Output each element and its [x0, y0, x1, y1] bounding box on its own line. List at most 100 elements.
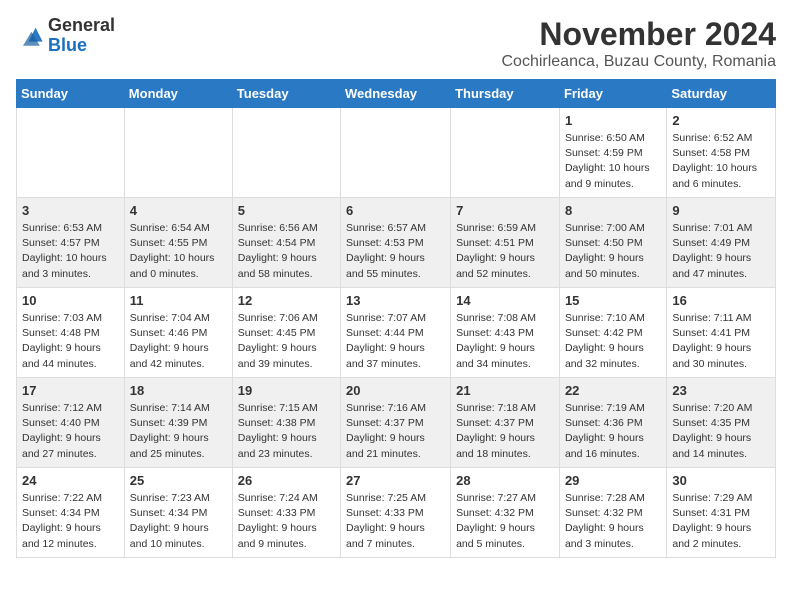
week-row-3: 10 Sunrise: 7:03 AMSunset: 4:48 PMDayligh…: [17, 288, 776, 378]
day-info-12: Sunrise: 7:06 AMSunset: 4:45 PMDaylight:…: [238, 311, 335, 372]
day-number-6: 6: [346, 203, 445, 218]
day-number-15: 15: [565, 293, 661, 308]
day-cell-24: 24 Sunrise: 7:22 AMSunset: 4:34 PMDayligh…: [17, 468, 125, 558]
day-number-11: 11: [130, 293, 227, 308]
day-info-14: Sunrise: 7:08 AMSunset: 4:43 PMDaylight:…: [456, 311, 554, 372]
calendar-header-row: SundayMondayTuesdayWednesdayThursdayFrid…: [17, 80, 776, 108]
day-info-30: Sunrise: 7:29 AMSunset: 4:31 PMDaylight:…: [672, 491, 770, 552]
day-info-6: Sunrise: 6:57 AMSunset: 4:53 PMDaylight:…: [346, 221, 445, 282]
day-number-9: 9: [672, 203, 770, 218]
day-info-10: Sunrise: 7:03 AMSunset: 4:48 PMDaylight:…: [22, 311, 119, 372]
day-cell-19: 19 Sunrise: 7:15 AMSunset: 4:38 PMDayligh…: [232, 378, 340, 468]
day-cell-29: 29 Sunrise: 7:28 AMSunset: 4:32 PMDayligh…: [559, 468, 666, 558]
day-number-5: 5: [238, 203, 335, 218]
day-info-1: Sunrise: 6:50 AMSunset: 4:59 PMDaylight:…: [565, 131, 661, 192]
day-cell-6: 6 Sunrise: 6:57 AMSunset: 4:53 PMDaylight…: [341, 198, 451, 288]
day-number-2: 2: [672, 113, 770, 128]
day-number-21: 21: [456, 383, 554, 398]
day-number-7: 7: [456, 203, 554, 218]
day-info-3: Sunrise: 6:53 AMSunset: 4:57 PMDaylight:…: [22, 221, 119, 282]
day-number-1: 1: [565, 113, 661, 128]
day-number-12: 12: [238, 293, 335, 308]
day-info-16: Sunrise: 7:11 AMSunset: 4:41 PMDaylight:…: [672, 311, 770, 372]
week-row-2: 3 Sunrise: 6:53 AMSunset: 4:57 PMDaylight…: [17, 198, 776, 288]
day-number-29: 29: [565, 473, 661, 488]
day-cell-14: 14 Sunrise: 7:08 AMSunset: 4:43 PMDayligh…: [451, 288, 560, 378]
empty-cell: [232, 108, 340, 198]
day-number-19: 19: [238, 383, 335, 398]
day-info-7: Sunrise: 6:59 AMSunset: 4:51 PMDaylight:…: [456, 221, 554, 282]
column-header-friday: Friday: [559, 80, 666, 108]
day-number-27: 27: [346, 473, 445, 488]
day-cell-23: 23Sunrise: 7:20 AMSunset: 4:35 PMDayligh…: [667, 378, 776, 468]
column-header-thursday: Thursday: [451, 80, 560, 108]
day-number-10: 10: [22, 293, 119, 308]
day-info-11: Sunrise: 7:04 AMSunset: 4:46 PMDaylight:…: [130, 311, 227, 372]
day-cell-12: 12 Sunrise: 7:06 AMSunset: 4:45 PMDayligh…: [232, 288, 340, 378]
day-number-24: 24: [22, 473, 119, 488]
day-info-19: Sunrise: 7:15 AMSunset: 4:38 PMDaylight:…: [238, 401, 335, 462]
title-area: November 2024 Cochirleanca, Buzau County…: [501, 16, 776, 71]
column-header-tuesday: Tuesday: [232, 80, 340, 108]
empty-cell: [17, 108, 125, 198]
day-cell-3: 3 Sunrise: 6:53 AMSunset: 4:57 PMDaylight…: [17, 198, 125, 288]
day-info-25: Sunrise: 7:23 AMSunset: 4:34 PMDaylight:…: [130, 491, 227, 552]
day-cell-13: 13 Sunrise: 7:07 AMSunset: 4:44 PMDayligh…: [341, 288, 451, 378]
location-text: Cochirleanca, Buzau County, Romania: [501, 53, 776, 71]
day-info-13: Sunrise: 7:07 AMSunset: 4:44 PMDaylight:…: [346, 311, 445, 372]
day-number-17: 17: [22, 383, 119, 398]
day-cell-21: 21 Sunrise: 7:18 AMSunset: 4:37 PMDayligh…: [451, 378, 560, 468]
day-cell-30: 30 Sunrise: 7:29 AMSunset: 4:31 PMDayligh…: [667, 468, 776, 558]
week-row-1: 1 Sunrise: 6:50 AMSunset: 4:59 PMDaylight…: [17, 108, 776, 198]
day-info-15: Sunrise: 7:10 AMSunset: 4:42 PMDaylight:…: [565, 311, 661, 372]
day-cell-27: 27 Sunrise: 7:25 AMSunset: 4:33 PMDayligh…: [341, 468, 451, 558]
day-cell-5: 5 Sunrise: 6:56 AMSunset: 4:54 PMDaylight…: [232, 198, 340, 288]
empty-cell: [451, 108, 560, 198]
day-number-18: 18: [130, 383, 227, 398]
week-row-5: 24 Sunrise: 7:22 AMSunset: 4:34 PMDayligh…: [17, 468, 776, 558]
day-number-13: 13: [346, 293, 445, 308]
day-info-17: Sunrise: 7:12 AMSunset: 4:40 PMDaylight:…: [22, 401, 119, 462]
column-header-sunday: Sunday: [17, 80, 125, 108]
day-info-21: Sunrise: 7:18 AMSunset: 4:37 PMDaylight:…: [456, 401, 554, 462]
logo-general-text: General: [48, 15, 115, 35]
day-info-28: Sunrise: 7:27 AMSunset: 4:32 PMDaylight:…: [456, 491, 554, 552]
day-cell-2: 2 Sunrise: 6:52 AMSunset: 4:58 PMDaylight…: [667, 108, 776, 198]
column-header-monday: Monday: [124, 80, 232, 108]
column-header-saturday: Saturday: [667, 80, 776, 108]
day-info-24: Sunrise: 7:22 AMSunset: 4:34 PMDaylight:…: [22, 491, 119, 552]
day-number-3: 3: [22, 203, 119, 218]
day-cell-1: 1 Sunrise: 6:50 AMSunset: 4:59 PMDaylight…: [559, 108, 666, 198]
day-number-28: 28: [456, 473, 554, 488]
logo: General Blue: [16, 16, 115, 56]
day-number-14: 14: [456, 293, 554, 308]
day-info-26: Sunrise: 7:24 AMSunset: 4:33 PMDaylight:…: [238, 491, 335, 552]
day-number-26: 26: [238, 473, 335, 488]
day-cell-10: 10 Sunrise: 7:03 AMSunset: 4:48 PMDayligh…: [17, 288, 125, 378]
day-number-23: 23: [672, 383, 770, 398]
day-cell-15: 15 Sunrise: 7:10 AMSunset: 4:42 PMDayligh…: [559, 288, 666, 378]
day-cell-9: 9Sunrise: 7:01 AMSunset: 4:49 PMDaylight…: [667, 198, 776, 288]
day-info-5: Sunrise: 6:56 AMSunset: 4:54 PMDaylight:…: [238, 221, 335, 282]
empty-cell: [341, 108, 451, 198]
day-cell-25: 25 Sunrise: 7:23 AMSunset: 4:34 PMDayligh…: [124, 468, 232, 558]
day-number-30: 30: [672, 473, 770, 488]
day-cell-4: 4Sunrise: 6:54 AMSunset: 4:55 PMDaylight…: [124, 198, 232, 288]
day-info-8: Sunrise: 7:00 AMSunset: 4:50 PMDaylight:…: [565, 221, 661, 282]
day-cell-16: 16Sunrise: 7:11 AMSunset: 4:41 PMDayligh…: [667, 288, 776, 378]
day-number-4: 4: [130, 203, 227, 218]
day-number-20: 20: [346, 383, 445, 398]
day-number-22: 22: [565, 383, 661, 398]
logo-icon: [16, 22, 44, 50]
calendar-table: SundayMondayTuesdayWednesdayThursdayFrid…: [16, 79, 776, 558]
day-cell-28: 28 Sunrise: 7:27 AMSunset: 4:32 PMDayligh…: [451, 468, 560, 558]
day-cell-20: 20Sunrise: 7:16 AMSunset: 4:37 PMDayligh…: [341, 378, 451, 468]
week-row-4: 17 Sunrise: 7:12 AMSunset: 4:40 PMDayligh…: [17, 378, 776, 468]
day-info-18: Sunrise: 7:14 AMSunset: 4:39 PMDaylight:…: [130, 401, 227, 462]
day-number-25: 25: [130, 473, 227, 488]
day-info-2: Sunrise: 6:52 AMSunset: 4:58 PMDaylight:…: [672, 131, 770, 192]
logo-blue-text: Blue: [48, 35, 87, 55]
day-cell-18: 18 Sunrise: 7:14 AMSunset: 4:39 PMDayligh…: [124, 378, 232, 468]
day-info-27: Sunrise: 7:25 AMSunset: 4:33 PMDaylight:…: [346, 491, 445, 552]
day-info-29: Sunrise: 7:28 AMSunset: 4:32 PMDaylight:…: [565, 491, 661, 552]
